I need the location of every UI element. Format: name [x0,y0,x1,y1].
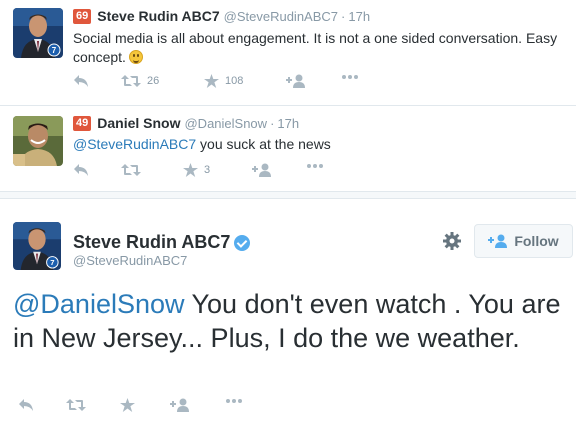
author-handle[interactable]: @DanielSnow [184,116,267,131]
tweet-text: Social media is all about engagement. It… [73,29,563,67]
tweet-text: @DanielSnow You don't even watch . You a… [13,287,566,355]
reply-icon [19,399,33,411]
author-name[interactable]: Steve Rudin ABC7 [73,232,230,253]
more-dots-icon [342,75,358,79]
retweet-button[interactable] [66,398,86,412]
smiley-emoji-icon [128,50,143,64]
gear-button[interactable] [443,232,461,250]
more-button[interactable] [341,74,359,80]
favorite-count: 3 [204,164,211,176]
author-handle[interactable]: @SteveRudinABC7 [224,9,338,24]
follow-user-icon [286,74,305,88]
favorite-button[interactable] [120,398,135,412]
separator: · [270,115,275,131]
timestamp[interactable]: 17h [277,116,299,131]
retweet-icon [121,75,141,87]
verified-badge-icon [234,234,251,251]
retweet-icon [121,164,141,176]
more-dots-icon [307,164,323,168]
follow-button[interactable]: Follow [474,224,573,258]
score-badge: 49 [73,115,92,131]
tweet-text-content: Social media is all about engagement. It… [73,30,558,65]
star-icon [120,398,135,412]
follow-user-icon [488,234,508,248]
score-badge: 69 [73,8,92,24]
tweet-header: 69 Steve Rudin ABC7 @SteveRudinABC7 · 17… [73,8,370,24]
star-icon [183,163,198,177]
follow-user-button[interactable] [170,398,190,412]
tweet-text: @SteveRudinABC7 you suck at the news [73,135,563,154]
tweet-daniel-snow[interactable]: 49 Daniel Snow @DanielSnow · 17h @SteveR… [0,106,576,192]
gear-icon [443,232,461,250]
author-name[interactable]: Daniel Snow [97,115,180,131]
reply-icon [74,164,88,176]
follow-user-button[interactable] [252,163,272,177]
author-name-row[interactable]: Steve Rudin ABC7 [73,232,251,253]
avatar[interactable] [13,116,63,166]
follow-user-icon [170,398,189,412]
avatar[interactable]: 7 [13,222,61,270]
more-dots-icon [226,399,242,403]
more-button[interactable] [225,398,243,404]
favorite-button[interactable]: 3 [183,163,210,177]
avatar[interactable]: 7 [13,8,63,58]
tweet-text-content: you suck at the news [196,136,331,152]
separator: · [341,8,346,24]
timestamp[interactable]: 17h [348,9,370,24]
reply-icon [74,75,88,87]
more-button[interactable] [306,163,324,169]
favorite-button[interactable]: 108 [204,74,243,88]
mention-link[interactable]: @DanielSnow [13,289,185,319]
follow-user-button[interactable] [286,74,306,88]
tweet-steve-rudin[interactable]: 7 69 Steve Rudin ABC7 @SteveRudinABC7 · … [0,0,576,106]
star-icon [204,74,219,88]
reply-button[interactable] [73,163,89,177]
author-handle[interactable]: @SteveRudinABC7 [73,253,187,268]
tweet-header: 49 Daniel Snow @DanielSnow · 17h [73,115,299,131]
retweet-button[interactable] [121,163,141,177]
retweet-button[interactable]: 26 [121,74,159,88]
follow-label: Follow [514,233,559,249]
follow-user-icon [252,163,271,177]
reply-button[interactable] [18,398,34,412]
svg-text:7: 7 [50,258,54,267]
expanded-tweet: 7 Steve Rudin ABC7 @SteveRudinABC7 Follo… [0,200,576,429]
reply-button[interactable] [73,74,89,88]
section-divider [0,191,576,199]
favorite-count: 108 [225,75,244,87]
retweet-icon [66,399,86,411]
svg-text:7: 7 [52,46,57,55]
retweet-count: 26 [147,75,160,87]
author-name[interactable]: Steve Rudin ABC7 [97,8,219,24]
mention-link[interactable]: @SteveRudinABC7 [73,136,196,152]
